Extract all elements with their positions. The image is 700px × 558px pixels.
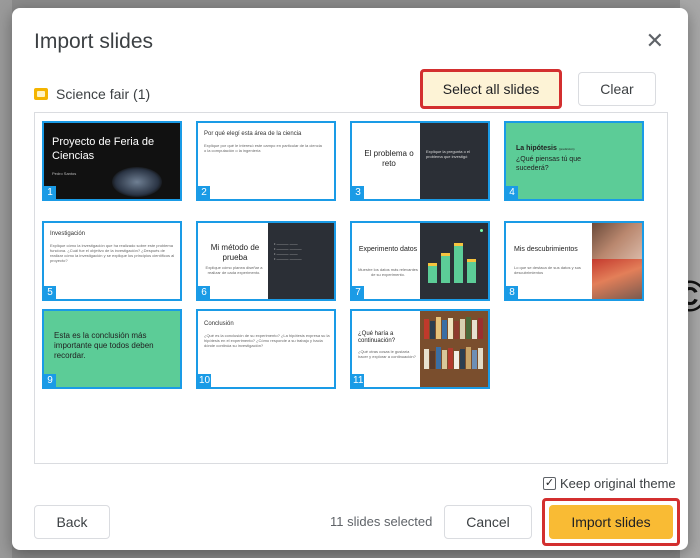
slide-title: Mis descubrimientos: [514, 246, 578, 253]
slide-photo: [592, 259, 642, 299]
keep-original-theme-option[interactable]: ✓ Keep original theme: [543, 476, 676, 491]
slide-title: Proyecto de Feria de Ciencias: [52, 136, 155, 162]
slide-number: 1: [44, 186, 56, 199]
slide-thumbnail-11[interactable]: ¿Qué haría a continuación? ¿Qué otras co…: [350, 309, 490, 389]
slide-number: 11: [352, 374, 365, 387]
slide-thumbnail-5[interactable]: Investigación Explique cómo la investiga…: [42, 221, 182, 301]
slide-title: Conclusión: [204, 321, 234, 327]
slides-deck-icon: [34, 88, 48, 100]
slide-number: 2: [198, 186, 210, 199]
slide-thumbnail-7[interactable]: Experimento datos Muestre los datos más …: [350, 221, 490, 301]
clear-button[interactable]: Clear: [578, 72, 656, 106]
slide-title: Mi método de prueba: [210, 243, 260, 262]
back-button[interactable]: Back: [34, 505, 110, 539]
slide-thumbnail-4[interactable]: La hipótesis (predicción) ¿Qué piensas t…: [504, 121, 644, 201]
slide-number: 5: [44, 286, 56, 299]
slide-body: ¿Qué es la conclusión de su experimento?…: [204, 333, 330, 348]
slide-title: Por qué elegí esta área de la ciencia: [204, 131, 302, 137]
slide-title: El problema o reto: [364, 149, 414, 168]
close-icon[interactable]: ✕: [646, 30, 664, 52]
slide-number: 10: [198, 374, 212, 387]
slide-body: Muestre los datos más relevantes de su e…: [358, 267, 418, 277]
slide-title: La hipótesis (predicción): [516, 145, 575, 152]
keep-theme-checkbox[interactable]: ✓: [543, 477, 556, 490]
slide-title: Esta es la conclusión más importante que…: [54, 331, 154, 360]
slide-thumbnail-10[interactable]: Conclusión ¿Qué es la conclusión de su e…: [196, 309, 336, 389]
slide-body: Lo que se destaca de sus datos y sus des…: [514, 265, 581, 275]
selected-count: 11 slides selected: [330, 514, 433, 529]
backdrop-left: [0, 0, 12, 558]
slide-thumbnail-1[interactable]: Proyecto de Feria de Ciencias Pedro Sant…: [42, 121, 182, 201]
cancel-button[interactable]: Cancel: [444, 505, 532, 539]
slide-photo: [420, 311, 488, 387]
import-slides-button-highlight[interactable]: Import slides: [542, 498, 680, 546]
slide-number: 3: [352, 186, 364, 199]
slide-number: 9: [44, 374, 56, 387]
slide-body: Explique por qué le interesó este campo …: [204, 143, 322, 153]
slide-thumbnail-grid: Proyecto de Feria de Ciencias Pedro Sant…: [34, 112, 668, 464]
slide-title: ¿Qué haría a continuación?: [358, 331, 396, 344]
slide-thumbnail-3[interactable]: El problema o reto Explique la pregunta …: [350, 121, 490, 201]
slide-thumbnail-9[interactable]: Esta es la conclusión más importante que…: [42, 309, 182, 389]
deck-name: Science fair (1): [56, 86, 151, 102]
slide-body: Explique la pregunta o el problema que i…: [426, 149, 471, 159]
deck-header: Science fair (1): [34, 86, 150, 102]
slide-number: 8: [506, 286, 518, 299]
import-slides-dialog: Import slides ✕ Science fair (1) Select …: [12, 8, 688, 550]
import-slides-button[interactable]: Import slides: [549, 505, 673, 539]
slide-number: 4: [506, 186, 518, 199]
slide-thumbnail-6[interactable]: Mi método de prueba Explique cómo planea…: [196, 221, 336, 301]
slide-body: ¿Qué otras cosas le gustaría hacer y exp…: [358, 349, 416, 359]
slide-photo: [592, 223, 642, 259]
slide-body: Explique cómo planea diseñar a realizar …: [205, 265, 263, 275]
slide-body: ¿Qué piensas tú que sucederá?: [516, 156, 581, 172]
slide-title: Investigación: [50, 231, 86, 237]
keep-theme-label: Keep original theme: [560, 476, 676, 491]
dialog-title: Import slides: [34, 30, 154, 53]
slide-title: Experimento datos: [358, 246, 418, 253]
slide-thumbnail-2[interactable]: Por qué elegí esta área de la ciencia Ex…: [196, 121, 336, 201]
slide-thumbnail-8[interactable]: Mis descubrimientos Lo que se destaca de…: [504, 221, 644, 301]
slide-body: Explique cómo la investigación que ha re…: [50, 243, 175, 263]
slide-number: 6: [198, 286, 210, 299]
select-all-slides-button[interactable]: Select all slides: [420, 69, 562, 109]
slide-subtitle: Pedro Santos: [52, 171, 77, 176]
slide-number: 7: [352, 286, 364, 299]
